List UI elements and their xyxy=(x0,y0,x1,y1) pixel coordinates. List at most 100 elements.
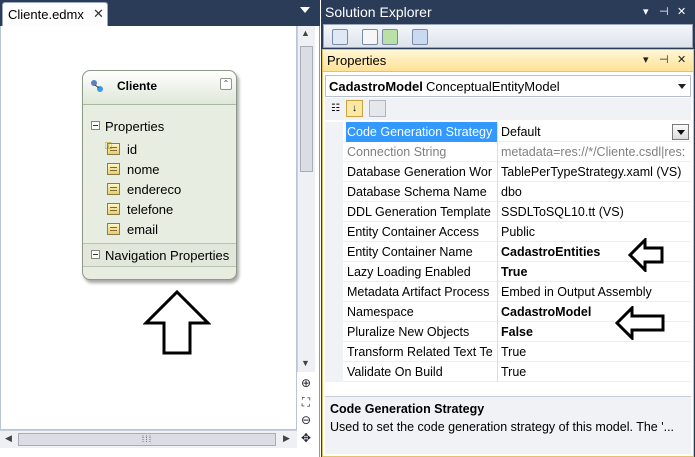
object-selector[interactable]: CadastroModel ConceptualEntityModel xyxy=(325,75,691,97)
scroll-up-icon[interactable]: ▲ xyxy=(301,28,310,38)
entity-name: Cliente xyxy=(117,79,158,93)
property-row[interactable]: Code Generation Strategy Default xyxy=(325,122,691,142)
document-tab[interactable]: Cliente.edmx ✕ xyxy=(2,2,108,26)
property-value[interactable]: True xyxy=(499,342,689,362)
row-gutter xyxy=(325,322,343,342)
vertical-scrollbar[interactable]: ▲ ▼ xyxy=(297,26,315,372)
refresh-icon[interactable] xyxy=(382,29,398,45)
dropdown-icon[interactable]: ▾ xyxy=(643,5,649,18)
row-gutter xyxy=(325,162,343,182)
close-icon[interactable]: ✕ xyxy=(677,5,686,18)
scroll-thumb[interactable] xyxy=(300,46,313,172)
property-icon xyxy=(107,163,120,175)
pan-icon[interactable]: ✥ xyxy=(298,431,314,447)
property-name[interactable]: DDL Generation Template xyxy=(346,202,498,222)
property-name: nome xyxy=(127,162,160,177)
pin-icon[interactable]: ⊣ xyxy=(659,53,669,66)
collapse-toggle-icon[interactable] xyxy=(91,250,100,259)
categorized-icon[interactable]: ☷ xyxy=(327,100,344,117)
row-gutter xyxy=(325,302,343,322)
property-name[interactable]: Connection String xyxy=(346,142,498,162)
edmx-designer-pane: Cliente.edmx ✕ Cliente ⌃ Properties ⚿ id… xyxy=(0,0,320,457)
property-name[interactable]: Lazy Loading Enabled xyxy=(346,262,498,282)
close-icon[interactable]: ✕ xyxy=(677,53,686,66)
scroll-right-icon[interactable]: ▶ xyxy=(283,433,290,444)
property-value[interactable]: True xyxy=(499,362,689,382)
property-name[interactable]: Pluralize New Objects xyxy=(346,322,498,342)
property-name[interactable]: Validate On Build xyxy=(346,362,498,382)
navigation-section-header[interactable]: Navigation Properties xyxy=(83,243,236,267)
class-diagram-icon[interactable] xyxy=(412,29,428,45)
close-icon[interactable]: ✕ xyxy=(93,6,104,22)
properties-title: Properties xyxy=(327,53,387,68)
alphabetical-icon[interactable]: ↓ xyxy=(346,100,363,117)
property-name[interactable]: Namespace xyxy=(346,302,498,322)
object-type: ConceptualEntityModel xyxy=(426,79,560,94)
property-name[interactable]: Database Generation Wor xyxy=(346,162,498,182)
zoom-out-icon[interactable]: ⊖ xyxy=(298,413,314,429)
show-all-files-icon[interactable] xyxy=(362,29,378,45)
designer-canvas[interactable]: Cliente ⌃ Properties ⚿ id nome endereco xyxy=(0,26,297,430)
pin-icon[interactable]: ⊣ xyxy=(659,5,669,18)
property-name[interactable]: Entity Container Access xyxy=(346,222,498,242)
row-gutter xyxy=(325,182,343,202)
property-name: email xyxy=(127,222,159,237)
chevron-down-icon[interactable] xyxy=(678,84,686,89)
entity-shape[interactable]: Cliente ⌃ Properties ⚿ id nome endereco xyxy=(82,70,237,280)
property-row[interactable]: DDL Generation Template SSDLToSQL10.tt (… xyxy=(325,202,691,222)
collapse-icon[interactable]: ⌃ xyxy=(220,78,232,90)
description-panel: Code Generation Strategy Used to set the… xyxy=(325,396,691,454)
property-row[interactable]: Transform Related Text Te True xyxy=(325,342,691,362)
property-name: telefone xyxy=(127,202,174,217)
scroll-thumb[interactable]: ⁞⁞⁞ xyxy=(18,433,276,446)
zoom-fit-icon[interactable]: ⛶ xyxy=(298,395,314,411)
description-title: Code Generation Strategy xyxy=(330,402,485,416)
property-row[interactable]: Database Schema Name dbo xyxy=(325,182,691,202)
property-row[interactable]: Validate On Build True xyxy=(325,362,691,382)
navigation-section-label: Navigation Properties xyxy=(105,248,230,263)
properties-toolbar: ☷ ↓ xyxy=(325,98,691,120)
property-name[interactable]: Database Schema Name xyxy=(346,182,498,202)
property-name[interactable]: Entity Container Name xyxy=(346,242,498,262)
solution-explorer-title: Solution Explorer xyxy=(325,4,432,20)
row-gutter xyxy=(325,142,343,162)
property-name[interactable]: Code Generation Strategy xyxy=(346,122,498,142)
scroll-down-icon[interactable]: ▼ xyxy=(301,358,310,368)
zoom-in-icon[interactable]: ⊕ xyxy=(298,376,314,392)
collapse-toggle-icon[interactable] xyxy=(91,121,100,130)
properties-section-header[interactable]: Properties xyxy=(83,115,236,139)
document-tab-bar: Cliente.edmx ✕ xyxy=(0,0,320,26)
property-row[interactable]: Metadata Artifact Process Embed in Outpu… xyxy=(325,282,691,302)
property-value[interactable]: dbo xyxy=(499,182,689,202)
property-value[interactable]: metadata=res://*/Cliente.csdl|res: xyxy=(499,142,689,162)
row-gutter xyxy=(325,342,343,362)
dropdown-icon[interactable]: ▾ xyxy=(643,53,649,66)
property-name: id xyxy=(127,142,138,157)
property-value[interactable]: TablePerTypeStrategy.xaml (VS) xyxy=(499,162,689,182)
entity-header[interactable]: Cliente ⌃ xyxy=(83,71,236,105)
property-value[interactable]: SSDLToSQL10.tt (VS) xyxy=(499,202,689,222)
property-row[interactable]: Database Generation Wor TablePerTypeStra… xyxy=(325,162,691,182)
value-dropdown-button[interactable] xyxy=(672,124,689,140)
solution-explorer-titlebar[interactable]: Solution Explorer ▾ ⊣ ✕ xyxy=(321,2,695,24)
row-gutter xyxy=(325,122,343,142)
property-pages-icon[interactable] xyxy=(369,100,386,117)
annotation-arrow-up-icon xyxy=(143,290,211,355)
properties-titlebar[interactable]: Properties ▾ ⊣ ✕ xyxy=(323,50,693,72)
property-value[interactable]: Default xyxy=(499,122,689,142)
property-name[interactable]: Transform Related Text Te xyxy=(346,342,498,362)
scroll-left-icon[interactable]: ◀ xyxy=(5,433,12,444)
solution-explorer-toolbar xyxy=(323,24,693,48)
property-value[interactable]: Embed in Output Assembly xyxy=(499,282,689,302)
row-gutter xyxy=(325,262,343,282)
horizontal-scrollbar[interactable]: ◀ ⁞⁞⁞ ▶ xyxy=(0,430,297,448)
row-gutter xyxy=(325,202,343,222)
property-name[interactable]: Metadata Artifact Process xyxy=(346,282,498,302)
annotation-arrow-left-icon xyxy=(628,238,664,272)
document-tab-label: Cliente.edmx xyxy=(8,7,84,22)
row-gutter xyxy=(325,282,343,302)
properties-icon[interactable] xyxy=(332,29,348,45)
property-row[interactable]: Connection String metadata=res://*/Clien… xyxy=(325,142,691,162)
dropdown-icon[interactable] xyxy=(300,7,310,13)
key-property-icon: ⚿ xyxy=(105,141,120,155)
